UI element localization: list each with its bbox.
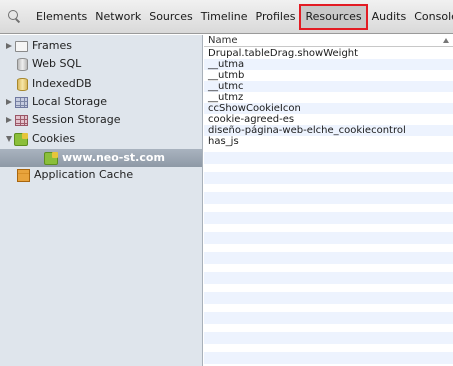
sidebar-item-label: Application Cache <box>34 168 134 181</box>
table-row[interactable]: has_js <box>204 136 453 147</box>
empty-row <box>204 252 453 264</box>
sidebar-item-frames[interactable]: Frames <box>6 37 72 55</box>
devtools-toolbar: Elements Network Sources Timeline Profil… <box>0 0 453 34</box>
sidebar-item-label: Frames <box>32 39 73 52</box>
sidebar-item-label: Local Storage <box>32 95 108 108</box>
sidebar-item-local-storage[interactable]: Local Storage <box>6 93 107 111</box>
session-storage-icon <box>15 114 28 126</box>
sidebar-item-indexeddb[interactable]: IndexedDB <box>17 75 92 93</box>
expand-arrow-icon[interactable] <box>6 43 12 49</box>
empty-row <box>204 192 453 204</box>
table-row[interactable]: __utma <box>204 59 453 70</box>
sidebar-item-label: Cookies <box>32 132 76 145</box>
tab-sources[interactable]: Sources <box>145 6 197 28</box>
empty-row <box>204 332 453 344</box>
cookies-table: Name Drupal.tableDrag.showWeight __utma … <box>204 35 453 366</box>
cookie-icon <box>44 151 58 165</box>
tab-audits[interactable]: Audits <box>368 6 411 28</box>
folder-icon <box>15 40 28 52</box>
empty-row <box>204 272 453 284</box>
sidebar-item-session-storage[interactable]: Session Storage <box>6 111 121 129</box>
tab-network[interactable]: Network <box>91 6 145 28</box>
sidebar-item-application-cache[interactable]: Application Cache <box>17 166 133 184</box>
tab-timeline[interactable]: Timeline <box>197 6 252 28</box>
table-row[interactable]: diseño-página-web-elche_cookiecontrol <box>204 125 453 136</box>
table-row[interactable]: ccShowCookieIcon <box>204 103 453 114</box>
sidebar-item-cookie-domain[interactable]: www.neo-st.com <box>44 149 165 167</box>
expand-arrow-icon[interactable] <box>6 99 12 105</box>
tab-console[interactable]: Console <box>410 6 453 28</box>
tab-elements[interactable]: Elements <box>32 6 91 28</box>
tab-resources[interactable]: Resources <box>299 3 368 30</box>
empty-row <box>204 212 453 224</box>
collapse-arrow-icon[interactable] <box>6 136 12 142</box>
table-row[interactable]: __utmc <box>204 81 453 92</box>
sidebar-item-web-sql[interactable]: Web SQL <box>17 55 81 73</box>
sidebar-item-label: Session Storage <box>32 113 121 126</box>
column-header-name[interactable]: Name <box>204 35 453 47</box>
sidebar-item-label: IndexedDB <box>32 77 92 90</box>
table-row[interactable]: Drupal.tableDrag.showWeight <box>204 48 453 59</box>
empty-row <box>204 292 453 304</box>
sidebar-item-label: Web SQL <box>32 57 82 70</box>
indexeddb-icon <box>17 77 28 91</box>
sidebar-item-label: www.neo-st.com <box>62 151 165 164</box>
table-row[interactable]: __utmb <box>204 70 453 81</box>
search-icon[interactable] <box>8 9 22 24</box>
local-storage-icon <box>15 96 28 108</box>
sidebar-item-cookies[interactable]: Cookies <box>6 130 75 148</box>
expand-arrow-icon[interactable] <box>6 117 12 123</box>
table-row[interactable]: __utmz <box>204 92 453 103</box>
empty-row <box>204 172 453 184</box>
empty-row <box>204 232 453 244</box>
table-row[interactable]: cookie-agreed-es <box>204 114 453 125</box>
column-header-label: Name <box>208 35 238 46</box>
tab-profiles[interactable]: Profiles <box>252 6 300 28</box>
empty-row <box>204 352 453 364</box>
empty-row <box>204 312 453 324</box>
cookie-icon <box>14 132 28 146</box>
empty-row <box>204 152 453 164</box>
sort-ascending-icon[interactable] <box>443 38 449 43</box>
database-icon <box>17 57 28 71</box>
application-cache-icon <box>17 168 30 182</box>
resources-sidebar: Frames Web SQL IndexedDB Local Storage S… <box>0 35 203 366</box>
